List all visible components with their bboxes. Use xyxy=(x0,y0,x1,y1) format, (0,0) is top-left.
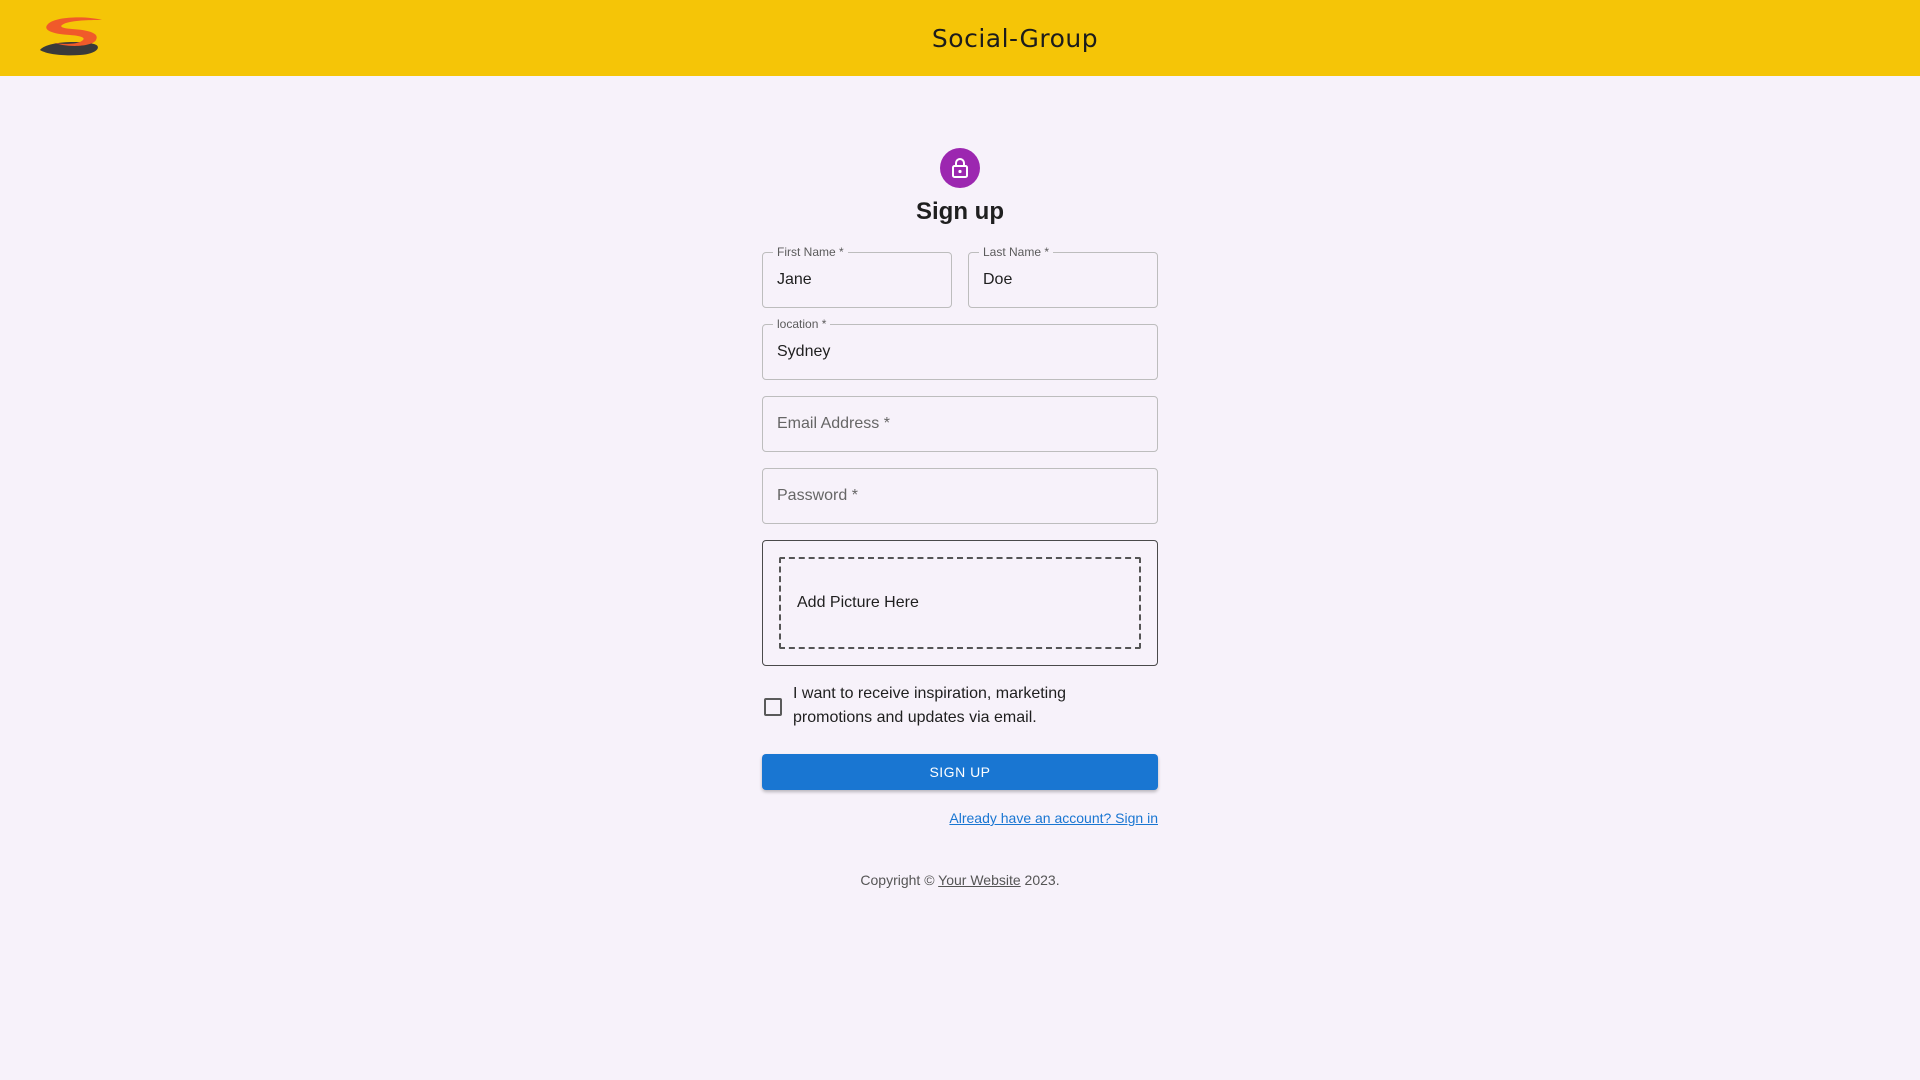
first-name-value: Jane xyxy=(777,271,812,288)
email-placeholder: Email Address * xyxy=(777,415,890,432)
app-bar: Social-Group xyxy=(0,0,1920,76)
marketing-consent-row: I want to receive inspiration, marketing… xyxy=(762,682,1158,732)
password-placeholder: Password * xyxy=(777,487,858,504)
last-name-label: Last Name * xyxy=(979,245,1054,259)
website-link[interactable]: Your Website xyxy=(938,872,1021,888)
lock-avatar xyxy=(940,148,980,188)
app-title: Social-Group xyxy=(931,23,1099,53)
copyright-prefix: Copyright © xyxy=(860,872,939,888)
last-name-value: Doe xyxy=(983,271,1013,288)
location-value: Sydney xyxy=(777,343,831,360)
picture-upload-box: Add Picture Here xyxy=(762,540,1158,666)
sign-up-button[interactable]: SIGN UP xyxy=(762,754,1158,790)
copyright-suffix: 2023. xyxy=(1020,872,1060,888)
copyright: Copyright © Your Website 2023. xyxy=(762,872,1158,888)
marketing-checkbox[interactable] xyxy=(764,698,782,716)
email-field[interactable]: Email Address * xyxy=(762,396,1158,452)
location-field[interactable]: location * Sydney xyxy=(762,317,1158,380)
picture-dropzone[interactable]: Add Picture Here xyxy=(779,557,1141,649)
sign-in-link[interactable]: Already have an account? Sign in xyxy=(949,810,1158,826)
page-title: Sign up xyxy=(916,198,1004,225)
s-swoosh-logo-icon[interactable] xyxy=(36,14,108,58)
location-label: location * xyxy=(773,317,831,331)
first-name-field[interactable]: First Name * Jane xyxy=(762,245,952,308)
lock-icon xyxy=(952,158,968,178)
picture-dropzone-label: Add Picture Here xyxy=(797,594,919,611)
last-name-field[interactable]: Last Name * Doe xyxy=(968,245,1158,308)
password-field[interactable]: Password * xyxy=(762,468,1158,524)
marketing-checkbox-label[interactable]: I want to receive inspiration, marketing… xyxy=(793,682,1093,730)
first-name-label: First Name * xyxy=(773,245,848,259)
